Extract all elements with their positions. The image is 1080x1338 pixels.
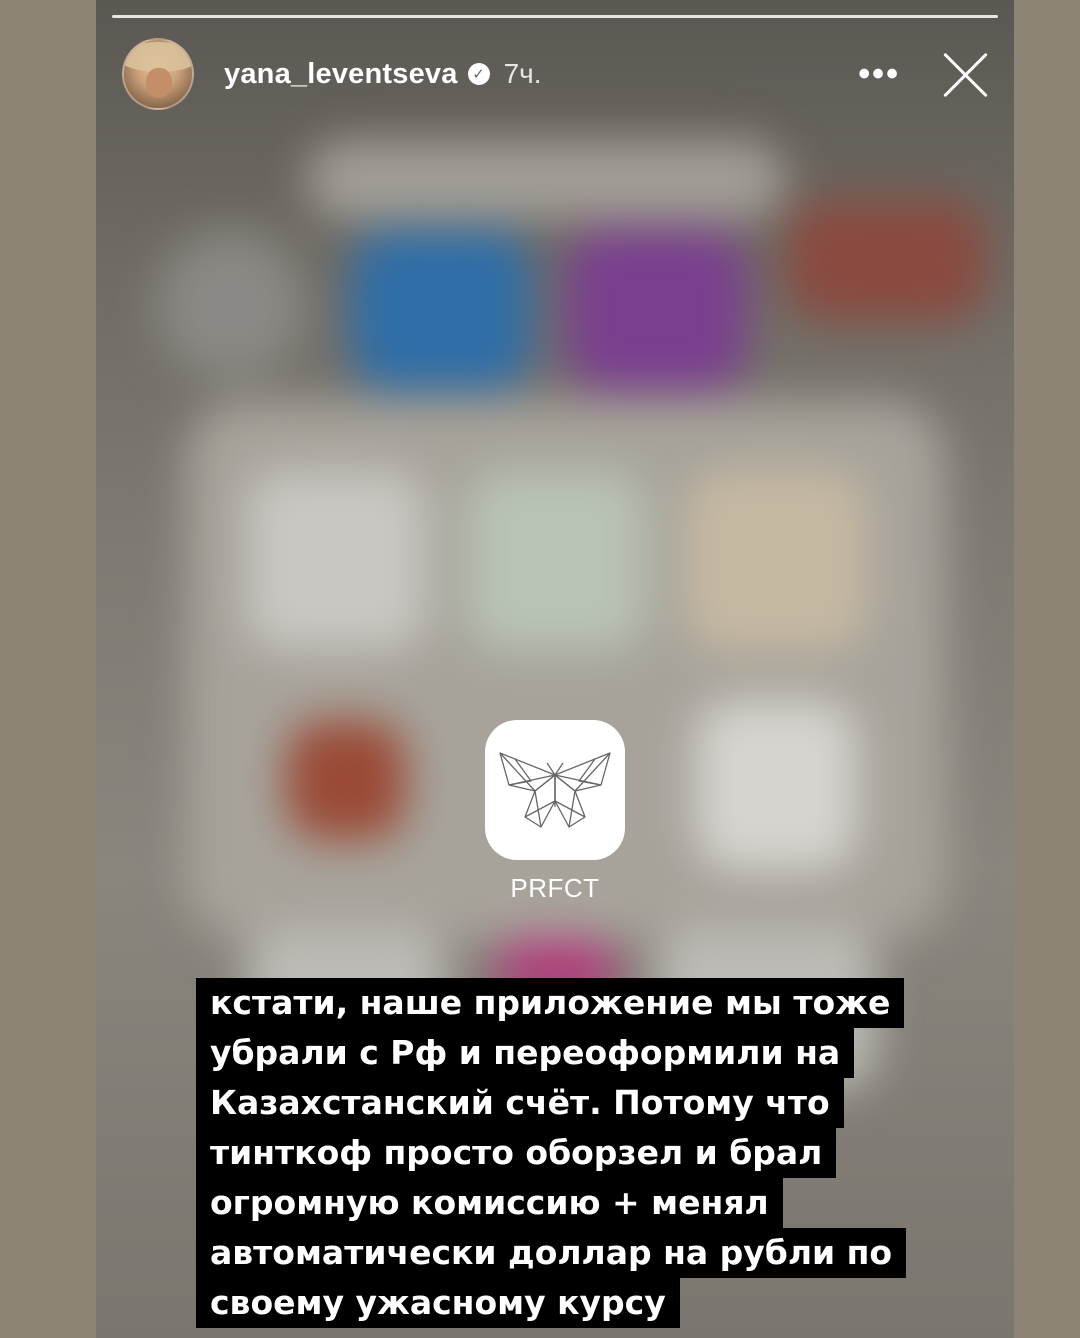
caption-line: кстати, наше приложение мы тоже (196, 978, 905, 1028)
butterfly-icon (499, 752, 611, 828)
avatar[interactable] (122, 38, 194, 110)
prfct-app-icon[interactable] (485, 720, 625, 860)
close-icon[interactable] (940, 49, 990, 99)
story-caption: кстати, наше приложение мы тоже убрали с… (196, 978, 916, 1328)
caption-line: огромную комиссию + менял (196, 1178, 783, 1228)
more-icon[interactable]: ••• (858, 55, 900, 94)
app-label: PRFCT (510, 873, 600, 903)
verified-icon: ✓ (467, 63, 490, 85)
caption-line: тинткоф просто оборзел и брал (196, 1128, 837, 1178)
username[interactable]: yana_leventseva (224, 58, 458, 91)
caption-line: убрали с Рф и переоформили на (196, 1028, 855, 1078)
story-header: yana_leventseva ✓ 7ч. ••• (122, 38, 996, 110)
progress-segment (112, 15, 998, 18)
story-progress-bar (112, 15, 998, 19)
story-viewer: yana_leventseva ✓ 7ч. ••• PRFCT кстати, … (96, 0, 1014, 1338)
caption-line: своему ужасному курсу (196, 1278, 680, 1328)
caption-line: Казахстанский счёт. Потому что (196, 1078, 844, 1128)
caption-line: автоматически доллар на рубли по (196, 1228, 907, 1278)
post-time: 7ч. (503, 58, 542, 89)
